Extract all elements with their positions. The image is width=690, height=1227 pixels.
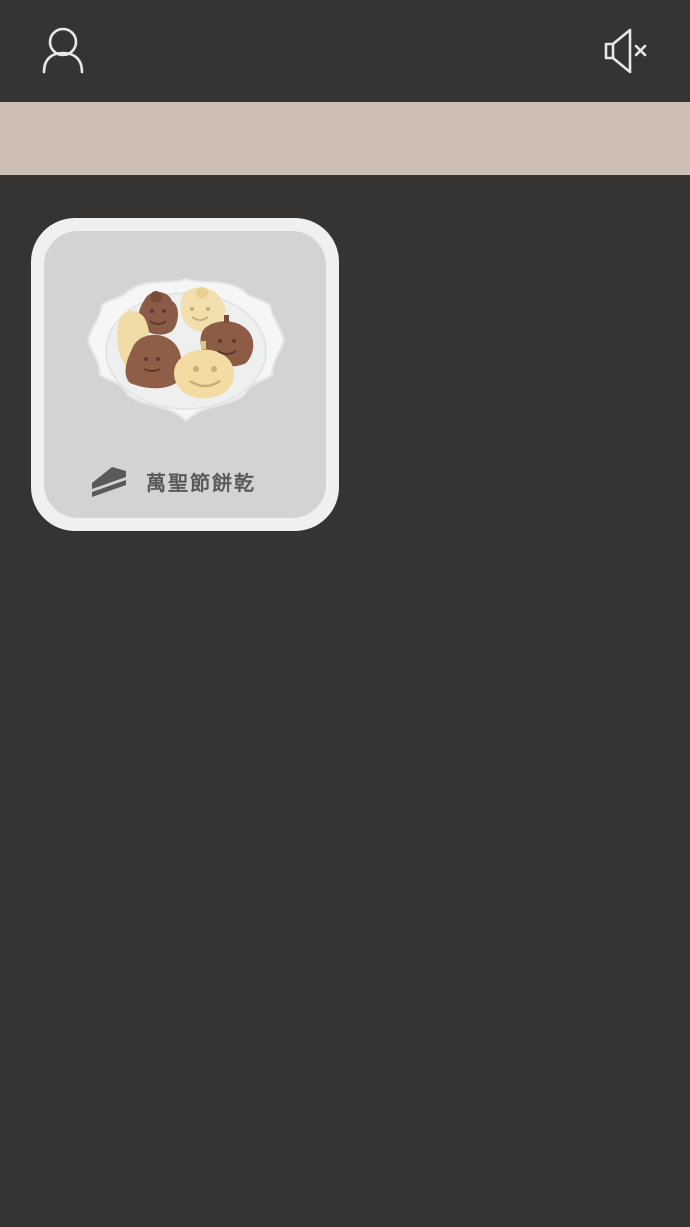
top-bar <box>0 0 690 102</box>
recipe-card-inner: 萬聖節餅乾 <box>44 231 326 518</box>
recipe-label-row: 萬聖節餅乾 <box>90 461 256 501</box>
recipe-image-halloween-cookies <box>86 277 286 423</box>
speaker-muted-icon <box>604 28 647 74</box>
profile-button[interactable] <box>38 24 88 76</box>
cake-slice-icon <box>92 467 126 497</box>
banner <box>0 102 690 175</box>
recipe-card[interactable]: 萬聖節餅乾 <box>31 218 339 531</box>
user-icon <box>42 27 84 74</box>
recipe-title: 萬聖節餅乾 <box>146 470 256 495</box>
sound-toggle-button[interactable] <box>600 26 652 76</box>
